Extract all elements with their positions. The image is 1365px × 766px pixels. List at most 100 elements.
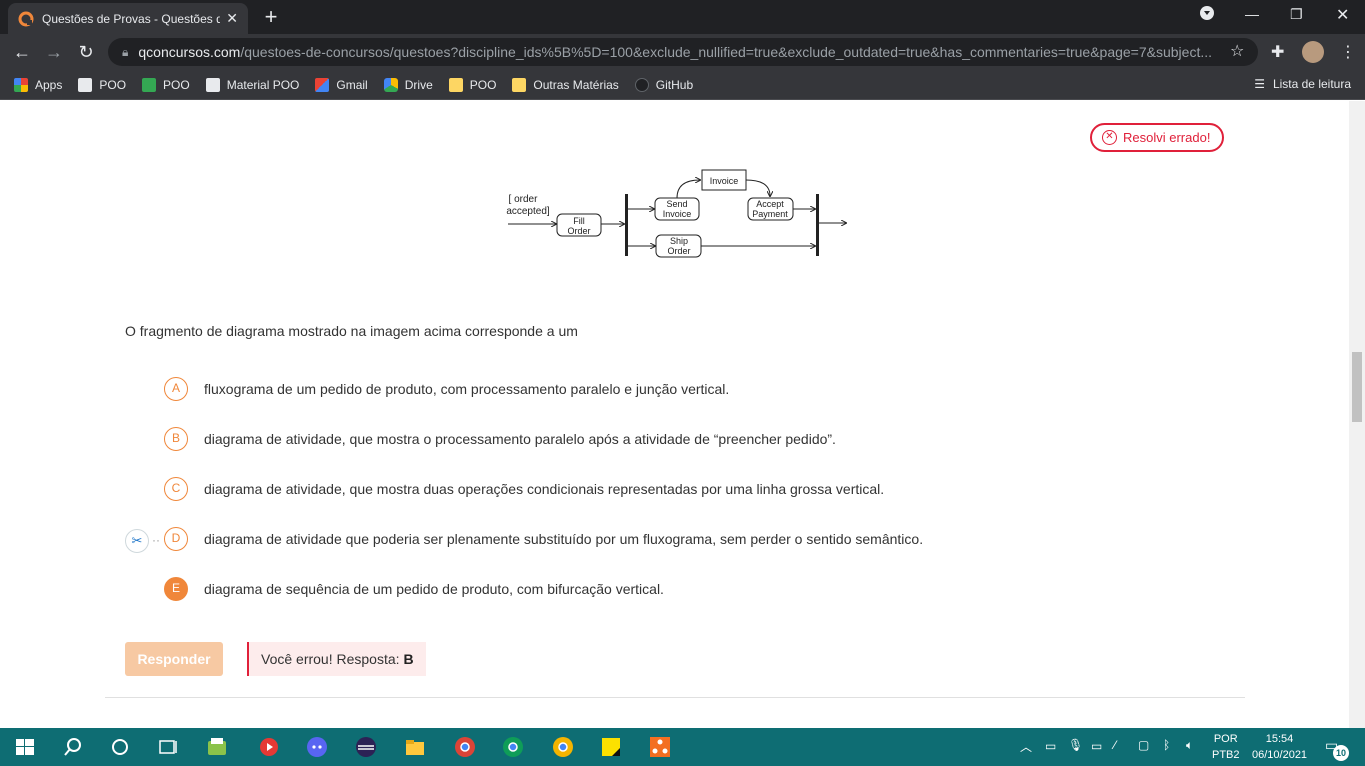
bookmark-apps[interactable]: Apps — [14, 77, 63, 92]
task-view-icon[interactable] — [157, 736, 179, 758]
option-b[interactable]: B diagrama de atividade, que mostra o pr… — [164, 427, 836, 451]
option-letter[interactable]: B — [164, 427, 188, 451]
page-content: ✕ Resolvi errado! [ order accepted] Fill… — [0, 101, 1349, 728]
chrome-menu-icon[interactable]: ⋮ — [1340, 42, 1356, 62]
chrome-profile-3-icon[interactable] — [552, 736, 574, 758]
option-a[interactable]: A fluxograma de um pedido de produto, co… — [164, 377, 729, 401]
option-letter[interactable]: C — [164, 477, 188, 501]
bookmark-folder-outras[interactable]: Outras Matérias — [512, 77, 619, 92]
fork-bar — [625, 194, 628, 256]
contact-card-icon — [205, 77, 220, 92]
cortana-icon[interactable] — [109, 736, 131, 758]
option-text[interactable]: diagrama de atividade, que mostra duas o… — [204, 481, 884, 497]
activity-diagram-image: [ order accepted] Fill Order Send Invoic… — [506, 169, 852, 258]
reading-list-button[interactable]: ☰ Lista de leitura — [1254, 77, 1351, 91]
folder-icon — [448, 77, 463, 92]
sticky-notes-icon[interactable] — [600, 736, 622, 758]
status-badge-label: Resolvi errado! — [1123, 130, 1211, 145]
diagram-guard-text-2: accepted] — [506, 206, 550, 217]
chrome-profile-1-icon[interactable] — [454, 736, 476, 758]
network-icon[interactable]: ▢ — [1138, 738, 1149, 752]
volume-icon[interactable]: 🔈︎ — [1186, 738, 1193, 753]
option-letter-selected[interactable]: E — [164, 577, 188, 601]
bookmark-drive[interactable]: Drive — [383, 77, 433, 92]
notification-center-icon[interactable]: ▭ 10 — [1325, 737, 1349, 761]
option-text[interactable]: diagrama de atividade que poderia ser pl… — [204, 531, 923, 547]
notification-count: 10 — [1333, 745, 1349, 761]
option-c[interactable]: C diagrama de atividade, que mostra duas… — [164, 477, 884, 501]
windows-taskbar: ︿ ▭ 🎙︎ ▭ ⁄ ▢ ᛒ 🔈︎ POR PTB2 15:54 06/10/2… — [0, 728, 1365, 766]
bookmark-github[interactable]: GitHub — [634, 77, 694, 92]
option-d[interactable]: D diagrama de atividade que poderia ser … — [164, 527, 923, 551]
language-indicator[interactable]: POR PTB2 — [1212, 731, 1240, 763]
scissors-icon[interactable]: ✂ — [125, 529, 149, 553]
address-bar[interactable]: 🔒︎ qconcursos.com/questoes-de-concursos/… — [108, 38, 1258, 66]
classroom-icon — [142, 77, 157, 92]
bookmark-label: POO — [163, 77, 190, 92]
bookmark-label: GitHub — [655, 77, 694, 92]
file-explorer-icon[interactable] — [404, 736, 426, 758]
option-text[interactable]: diagrama de sequência de um pedido de pr… — [204, 581, 664, 597]
network-app-icon[interactable] — [649, 736, 671, 758]
back-icon[interactable]: ← — [10, 40, 34, 64]
bookmark-label: Drive — [404, 77, 433, 92]
minimize-icon[interactable]: — — [1245, 6, 1259, 22]
scrollbar-thumb[interactable] — [1352, 352, 1362, 422]
drive-icon — [383, 77, 398, 92]
bookmark-star-icon[interactable]: ☆ — [1230, 41, 1244, 61]
option-letter[interactable]: D — [164, 527, 188, 551]
bookmark-label: Gmail — [336, 77, 368, 92]
option-text[interactable]: diagrama de atividade, que mostra o proc… — [204, 431, 836, 447]
recorder-icon[interactable] — [258, 736, 280, 758]
search-icon[interactable] — [62, 736, 84, 758]
reading-list-icon: ☰ — [1254, 77, 1265, 91]
accept-payment-label: Accept — [756, 199, 784, 209]
gmail-icon — [315, 77, 330, 92]
fill-order-label-2: Order — [567, 226, 590, 236]
invoice-label: Invoice — [710, 176, 739, 186]
lock-icon: 🔒︎ — [122, 44, 129, 59]
url-path: /questoes-de-concursos/questoes?discipli… — [240, 44, 1213, 60]
battery-icon[interactable]: ▭ — [1091, 739, 1102, 753]
avatar[interactable] — [1302, 41, 1324, 63]
chrome-profile-2-icon[interactable] — [502, 736, 524, 758]
clock-date: 06/10/2021 — [1252, 749, 1308, 761]
responder-button[interactable]: Responder — [125, 642, 223, 676]
browser-titlebar: Questões de Provas - Questões d ✕ + — ❐ … — [0, 0, 1365, 34]
contact-card-icon — [78, 77, 93, 92]
pen-icon[interactable]: ⁄ — [1114, 738, 1116, 752]
send-invoice-label-2: Invoice — [663, 209, 692, 219]
bookmark-label: Apps — [35, 77, 63, 92]
clock[interactable]: 15:54 06/10/2021 — [1252, 731, 1307, 763]
bluetooth-icon[interactable]: ᛒ — [1163, 738, 1170, 752]
apoio-app-icon[interactable] — [206, 736, 228, 758]
result-feedback: Você errou! Resposta: B — [247, 642, 426, 676]
reload-icon[interactable]: ↻ — [74, 40, 98, 64]
tray-meet-icon[interactable]: ▭ — [1045, 739, 1056, 753]
window-close-icon[interactable]: ✕ — [1336, 5, 1349, 25]
bookmark-material-poo[interactable]: Material POO — [205, 77, 299, 92]
bookmark-gmail[interactable]: Gmail — [315, 77, 368, 92]
bookmark-folder-poo[interactable]: POO — [448, 77, 496, 92]
browser-tab[interactable]: Questões de Provas - Questões d ✕ — [8, 3, 248, 34]
option-e[interactable]: E diagrama de sequência de um pedido de … — [164, 577, 664, 601]
send-invoice-label: Send — [666, 199, 687, 209]
accept-payment-label-2: Payment — [752, 209, 788, 219]
new-tab-button[interactable]: + — [258, 5, 284, 31]
windows-start-icon[interactable] — [14, 736, 36, 758]
dotted-connector: ·· — [152, 533, 160, 547]
extensions-icon[interactable]: ✚ — [1271, 42, 1284, 62]
restore-icon[interactable]: ❐ — [1290, 6, 1303, 23]
tab-close-icon[interactable]: ✕ — [226, 10, 238, 27]
microphone-icon[interactable]: 🎙︎ — [1068, 738, 1083, 752]
option-letter[interactable]: A — [164, 377, 188, 401]
discord-icon[interactable] — [306, 736, 328, 758]
option-text[interactable]: fluxograma de um pedido de produto, com … — [204, 381, 729, 397]
profile-menu-icon[interactable] — [1200, 6, 1214, 23]
bookmark-poo-1[interactable]: POO — [78, 77, 126, 92]
tray-chevron-up-icon[interactable]: ︿ — [1020, 738, 1032, 755]
status-badge: ✕ Resolvi errado! — [1090, 123, 1225, 152]
forward-icon[interactable]: → — [42, 40, 66, 64]
bookmark-poo-2[interactable]: POO — [142, 77, 190, 92]
eclipse-icon[interactable] — [355, 736, 377, 758]
